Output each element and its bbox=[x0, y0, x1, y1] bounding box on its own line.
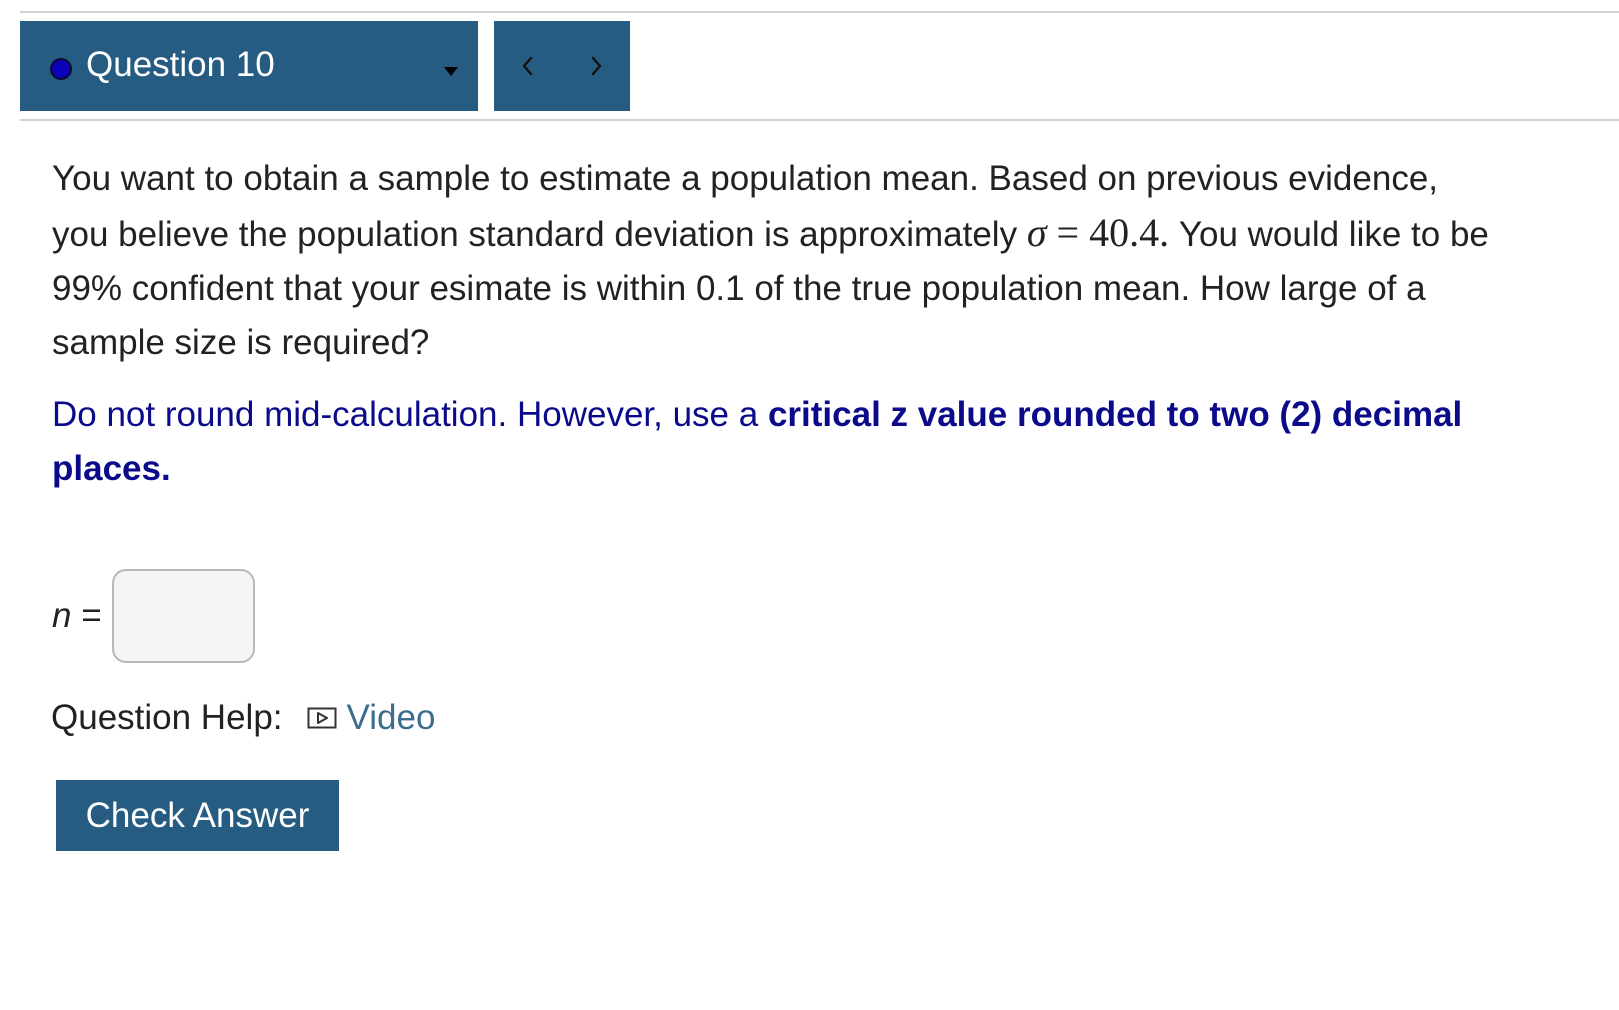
question-status-dot bbox=[50, 58, 72, 80]
question-help: Question Help: Video bbox=[51, 694, 435, 742]
chevron-right-icon bbox=[591, 56, 602, 76]
top-divider bbox=[20, 11, 1619, 13]
instruction-text: Do not round mid-calculation. However, u… bbox=[52, 395, 759, 434]
answer-variable: n bbox=[52, 596, 72, 635]
answer-label: n = bbox=[52, 596, 102, 636]
sigma-value: 40.4. bbox=[1089, 210, 1170, 255]
next-question-button[interactable] bbox=[562, 21, 630, 111]
nav-divider bbox=[20, 119, 1619, 121]
question-selector-dropdown[interactable]: Question 10 bbox=[20, 21, 478, 111]
prompt-paragraph: You want to obtain a sample to estimate … bbox=[52, 152, 1492, 370]
video-help-link[interactable]: Video bbox=[307, 698, 436, 738]
rounding-instruction: Do not round mid-calculation. However, u… bbox=[52, 388, 1492, 496]
chevron-left-icon bbox=[522, 56, 533, 76]
video-link-label: Video bbox=[346, 698, 436, 737]
check-answer-button[interactable]: Check Answer bbox=[56, 780, 339, 851]
previous-question-button[interactable] bbox=[494, 21, 562, 111]
sigma-equals: = bbox=[1056, 210, 1080, 255]
sigma-symbol: σ bbox=[1026, 210, 1047, 255]
sample-size-input[interactable] bbox=[111, 569, 255, 663]
dropdown-caret-icon bbox=[444, 67, 458, 76]
answer-equals: = bbox=[81, 596, 102, 635]
question-pager bbox=[494, 21, 630, 111]
question-help-label: Question Help: bbox=[51, 698, 283, 737]
question-body: You want to obtain a sample to estimate … bbox=[52, 152, 1492, 496]
sigma-expression: σ = 40.4. bbox=[1027, 210, 1169, 255]
play-video-icon bbox=[307, 707, 337, 729]
question-selector-label: Question 10 bbox=[86, 45, 275, 84]
question-navigation: Question 10 bbox=[20, 21, 1619, 111]
question-prompt: You want to obtain a sample to estimate … bbox=[52, 152, 1492, 370]
answer-row: n = bbox=[52, 569, 255, 663]
